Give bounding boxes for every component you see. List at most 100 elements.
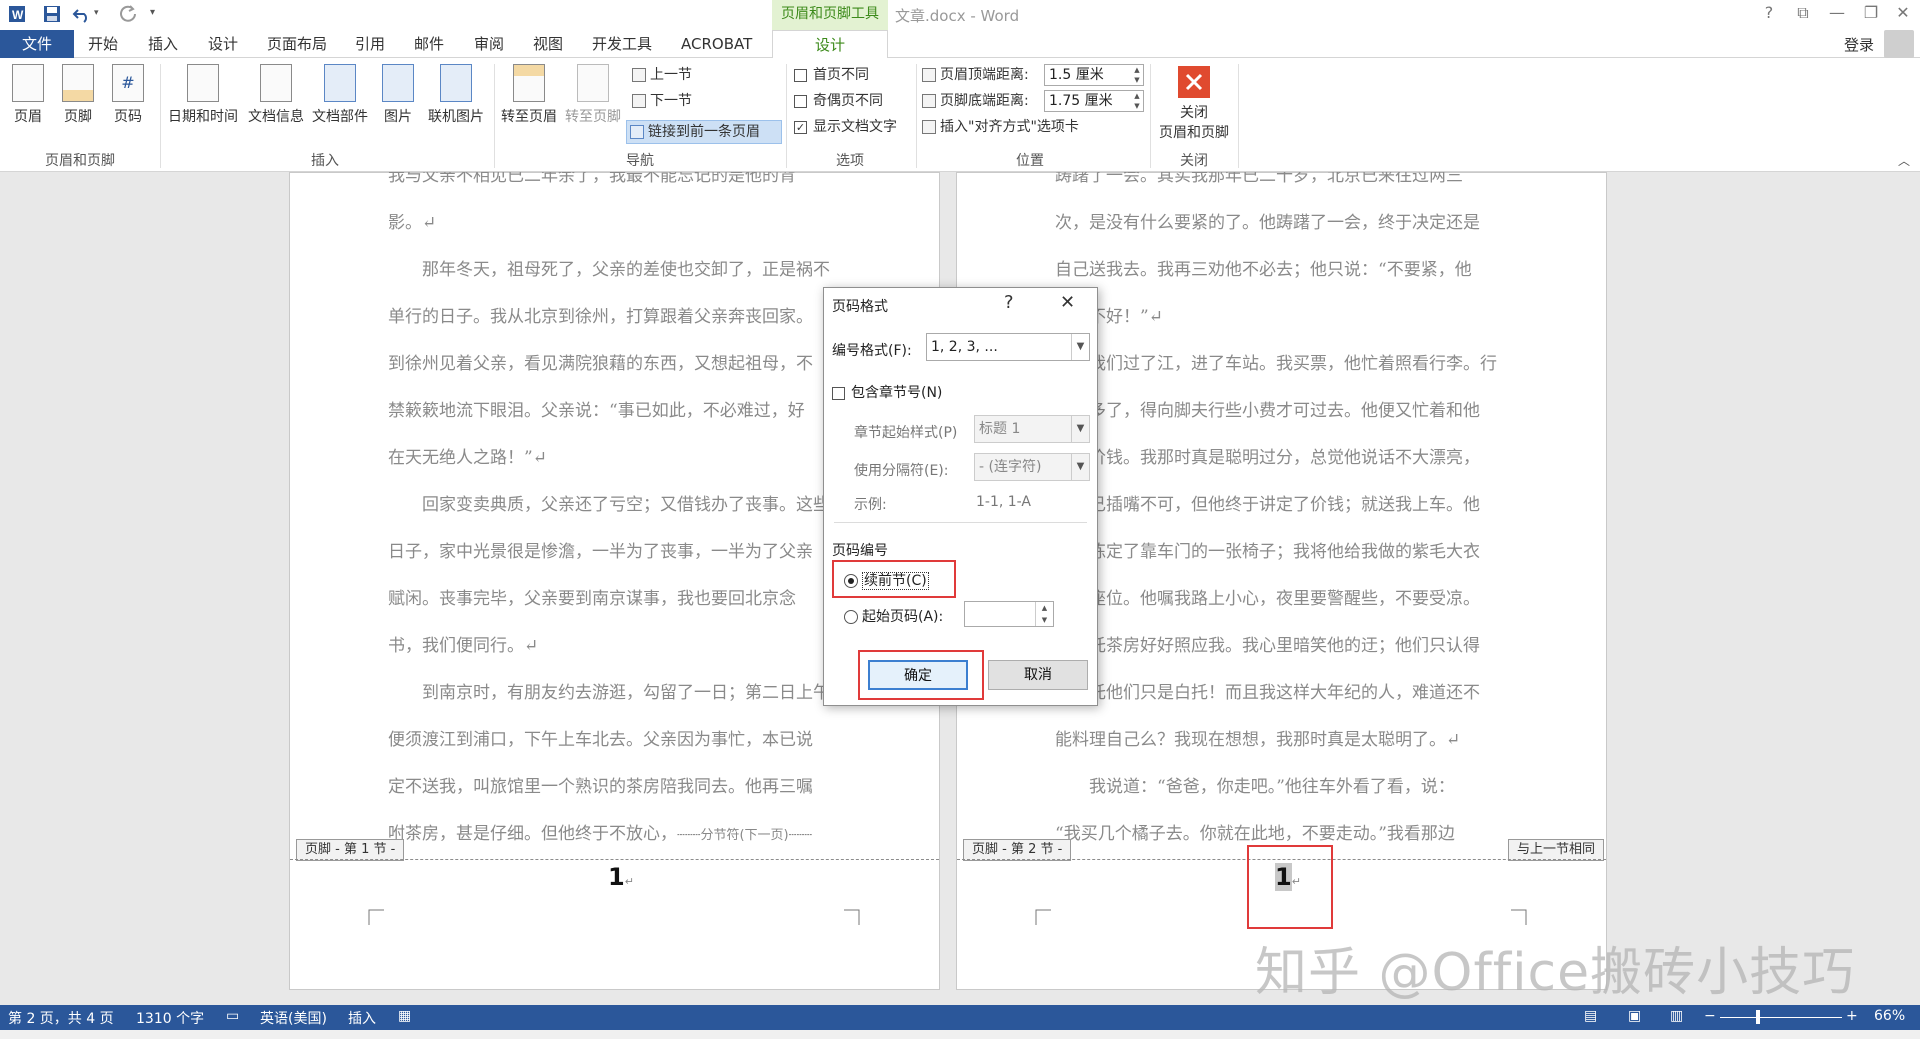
show-document-text-checkbox[interactable]: ✓ 显示文档文字: [794, 116, 897, 138]
different-odd-even-checkbox[interactable]: 奇偶页不同: [794, 90, 883, 112]
insert-alignment-tab-button[interactable]: 插入"对齐方式"选项卡: [922, 116, 1079, 138]
word-count-status[interactable]: 1310 个字: [136, 1008, 204, 1028]
text-line: 在天无绝人之路！”↵: [388, 448, 547, 468]
footer-bottom-distance-input[interactable]: 1.75 厘米 ▲ ▼: [1044, 90, 1144, 112]
online-picture-button[interactable]: 联机图片: [422, 64, 490, 126]
restore-button[interactable]: ❐: [1856, 3, 1886, 22]
doc-info-button[interactable]: 文档信息: [244, 64, 308, 126]
page-number[interactable]: 1↵: [608, 863, 634, 891]
undo-dropdown-icon[interactable]: ▾: [94, 8, 114, 28]
spin-arrows-icon[interactable]: ▲ ▼: [1035, 602, 1053, 626]
word-app-icon: W: [9, 6, 25, 22]
group-label-close: 关闭: [1180, 153, 1208, 169]
page1-body-text[interactable]: 我与父亲不相见已二年余了，我最不能忘记的是他的背 影。↵ 那年冬天，祖母死了，父…: [388, 172, 830, 859]
sign-in-link[interactable]: 登录: [1844, 34, 1874, 55]
spin-arrows-icon[interactable]: ▲ ▼: [1131, 65, 1143, 85]
cancel-button[interactable]: 取消: [988, 660, 1088, 690]
tab-file[interactable]: 文件: [0, 30, 74, 58]
close-red-x-icon: [1178, 66, 1210, 98]
number-format-value: 1, 2, 3, ...: [931, 339, 998, 355]
tab-page-layout[interactable]: 页面布局: [267, 30, 327, 58]
previous-section-button[interactable]: 上一节: [632, 64, 692, 86]
page-numbering-group-label: 页码编号: [832, 543, 888, 559]
save-icon[interactable]: [42, 4, 62, 24]
section-break-marker: ┄┄┄分节符(下一页)┄┄┄: [677, 828, 813, 843]
text-line: 铺好座位。他嘱我路上小心，夜里要警醒些，不要受凉。: [1055, 589, 1480, 609]
close-header-footer-button[interactable]: 关闭 页眉和页脚: [1152, 64, 1236, 142]
read-mode-icon[interactable]: ▤: [1584, 1008, 1597, 1024]
start-at-radio[interactable]: 起始页码(A):: [844, 606, 943, 626]
tab-view[interactable]: 视图: [533, 30, 563, 58]
text-line: 钱，托他们只是白托！而且我这样大年纪的人，难道还不: [1055, 683, 1480, 703]
next-section-button[interactable]: 下一节: [632, 90, 692, 112]
minimize-button[interactable]: —: [1822, 3, 1852, 22]
dialog-help-button[interactable]: ?: [1004, 292, 1014, 313]
picture-icon: [382, 64, 414, 102]
insert-mode-status[interactable]: 插入: [348, 1008, 376, 1028]
page-count-status[interactable]: 第 2 页，共 4 页: [8, 1008, 114, 1028]
zoom-out-button[interactable]: −: [1704, 1008, 1716, 1024]
proofing-icon[interactable]: ▭: [226, 1008, 239, 1024]
footer-button[interactable]: 页脚: [58, 64, 98, 126]
different-first-page-label: 首页不同: [813, 67, 869, 83]
zoom-slider-thumb[interactable]: [1756, 1010, 1760, 1024]
goto-header-button[interactable]: 转至页眉: [498, 64, 560, 126]
text-line: 我们过了江，进了车站。我买票，他忙着照看行李。行: [1055, 354, 1497, 374]
tab-insert[interactable]: 插入: [148, 30, 178, 58]
group-label-insert: 插入: [311, 153, 339, 169]
customize-qat-icon[interactable]: ▾: [150, 7, 170, 27]
tab-mailings[interactable]: 邮件: [414, 30, 444, 58]
chevron-down-icon: ▼: [1071, 416, 1089, 442]
text-line: 咐茶房，甚是仔细。但他终于不放心，┄┄┄分节符(下一页)┄┄┄: [388, 811, 830, 859]
zoom-level[interactable]: 66%: [1874, 1008, 1905, 1024]
macro-record-icon[interactable]: ▦: [398, 1008, 411, 1024]
zoom-slider-track[interactable]: [1720, 1017, 1842, 1018]
checkbox-icon: [794, 68, 807, 82]
example-label: 示例:: [854, 497, 887, 513]
header-top-distance-input[interactable]: 1.5 厘米 ▲ ▼: [1044, 64, 1144, 86]
undo-icon[interactable]: [72, 4, 92, 24]
dialog-close-button[interactable]: ✕: [1060, 292, 1075, 313]
number-format-select[interactable]: 1, 2, 3, ... ▼: [926, 333, 1090, 361]
tab-design[interactable]: 设计: [208, 30, 238, 58]
tab-review[interactable]: 审阅: [474, 30, 504, 58]
datetime-button[interactable]: 日期和时间: [164, 64, 242, 126]
text-line: 非自己插嘴不可，但他终于讲定了价钱；就送我上车。他: [1055, 495, 1480, 515]
redo-icon[interactable]: [118, 4, 138, 24]
taskbar-strip: [0, 1030, 1920, 1039]
collapse-ribbon-icon[interactable]: ︿: [1898, 152, 1910, 169]
language-status[interactable]: 英语(美国): [260, 1008, 327, 1028]
print-layout-icon[interactable]: ▣: [1628, 1008, 1641, 1024]
picture-button[interactable]: 图片: [376, 64, 420, 126]
chapter-style-select[interactable]: 标题 1 ▼: [974, 415, 1090, 443]
include-chapter-checkbox[interactable]: 包含章节号(N): [832, 382, 942, 402]
header-button[interactable]: 页眉: [8, 64, 48, 126]
avatar[interactable]: [1884, 30, 1914, 58]
zoom-in-button[interactable]: +: [1846, 1008, 1858, 1024]
header-icon: [12, 64, 44, 102]
page2-body-text[interactable]: 踌躇了一会。其实我那年已二十岁，北京已来往过两三 次，是没有什么要紧的了。他踌躇…: [1055, 172, 1497, 858]
start-at-input[interactable]: ▲ ▼: [964, 601, 1054, 627]
tab-header-footer-design[interactable]: 设计: [772, 30, 888, 59]
spin-arrows-icon[interactable]: ▲ ▼: [1131, 91, 1143, 111]
link-to-previous-button[interactable]: 链接到前一条页眉: [630, 121, 760, 143]
quick-parts-button[interactable]: 文档部件: [308, 64, 372, 126]
ribbon-display-options-button[interactable]: ⧉: [1788, 3, 1818, 23]
web-layout-icon[interactable]: ▥: [1670, 1008, 1683, 1024]
goto-footer-label: 转至页脚: [565, 109, 621, 125]
header-top-distance-value: 1.5 厘米: [1049, 67, 1104, 83]
page-number-button[interactable]: # 页码: [108, 64, 148, 126]
separator-select[interactable]: - (连字符) ▼: [974, 453, 1090, 481]
tab-acrobat[interactable]: ACROBAT: [681, 30, 752, 58]
tab-references[interactable]: 引用: [355, 30, 385, 58]
ribbon-separator: [1238, 64, 1239, 168]
different-first-page-checkbox[interactable]: 首页不同: [794, 64, 869, 86]
text-line: 次，是没有什么要紧的了。他踌躇了一会，终于决定还是: [1055, 213, 1480, 233]
close-window-button[interactable]: ✕: [1888, 3, 1918, 22]
help-button[interactable]: ?: [1754, 3, 1784, 22]
chevron-down-icon: ▼: [1071, 454, 1089, 480]
goto-footer-button[interactable]: 转至页脚: [562, 64, 624, 126]
tab-home[interactable]: 开始: [88, 30, 118, 58]
crop-mark-icon: [1511, 909, 1527, 925]
tab-developer[interactable]: 开发工具: [592, 30, 652, 58]
